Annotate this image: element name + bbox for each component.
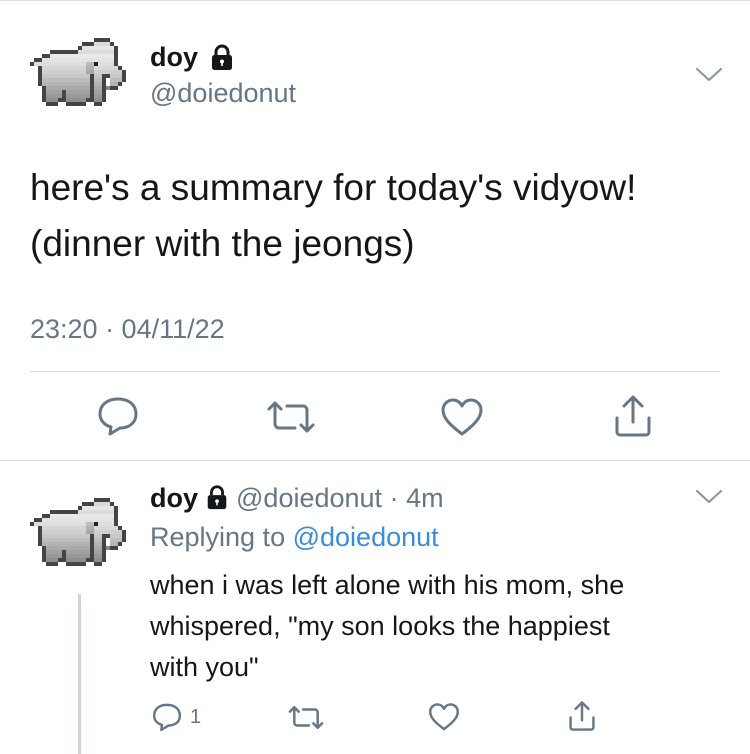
tweet-text: here's a summary for today's vidyow! (di… <box>30 167 637 264</box>
replying-to: Replying to @doiedonut <box>150 522 439 553</box>
divider <box>30 371 720 372</box>
tweet-timestamp[interactable]: 23:20 · 04/11/22 <box>30 314 225 345</box>
top-divider <box>0 0 750 1</box>
share-icon[interactable] <box>612 394 654 443</box>
like-icon[interactable] <box>440 398 484 443</box>
retweet-icon[interactable] <box>287 705 325 735</box>
like-icon[interactable] <box>428 703 460 737</box>
tweet-time-ago[interactable]: 4m <box>406 483 444 513</box>
separator-dot: · <box>389 483 399 513</box>
lock-icon <box>208 43 236 76</box>
avatar[interactable] <box>30 498 126 570</box>
display-name[interactable]: doy <box>150 483 198 513</box>
lock-icon <box>204 484 230 517</box>
mention-link[interactable]: @doiedonut <box>293 522 439 552</box>
reply-icon[interactable] <box>151 702 183 737</box>
replying-to-label: Replying to <box>150 522 286 552</box>
elephant-pixel-icon <box>30 498 126 566</box>
elephant-pixel-icon <box>30 38 126 106</box>
reply-count: 1 <box>190 706 202 728</box>
display-name[interactable]: doy <box>150 42 198 73</box>
reply-icon[interactable] <box>96 395 140 442</box>
share-icon[interactable] <box>567 700 597 737</box>
avatar[interactable] <box>30 38 126 110</box>
tweet-text: when i was left alone with his mom, she … <box>150 570 625 682</box>
user-handle[interactable]: @doiedonut <box>236 483 382 513</box>
user-handle[interactable]: @doiedonut <box>150 78 296 109</box>
reply-header: doy @doiedonut · 4m <box>150 483 444 517</box>
thread-line <box>78 594 81 754</box>
divider <box>0 460 750 461</box>
chevron-down-icon[interactable] <box>694 66 724 89</box>
chevron-down-icon[interactable] <box>694 488 724 511</box>
retweet-icon[interactable] <box>265 400 317 439</box>
